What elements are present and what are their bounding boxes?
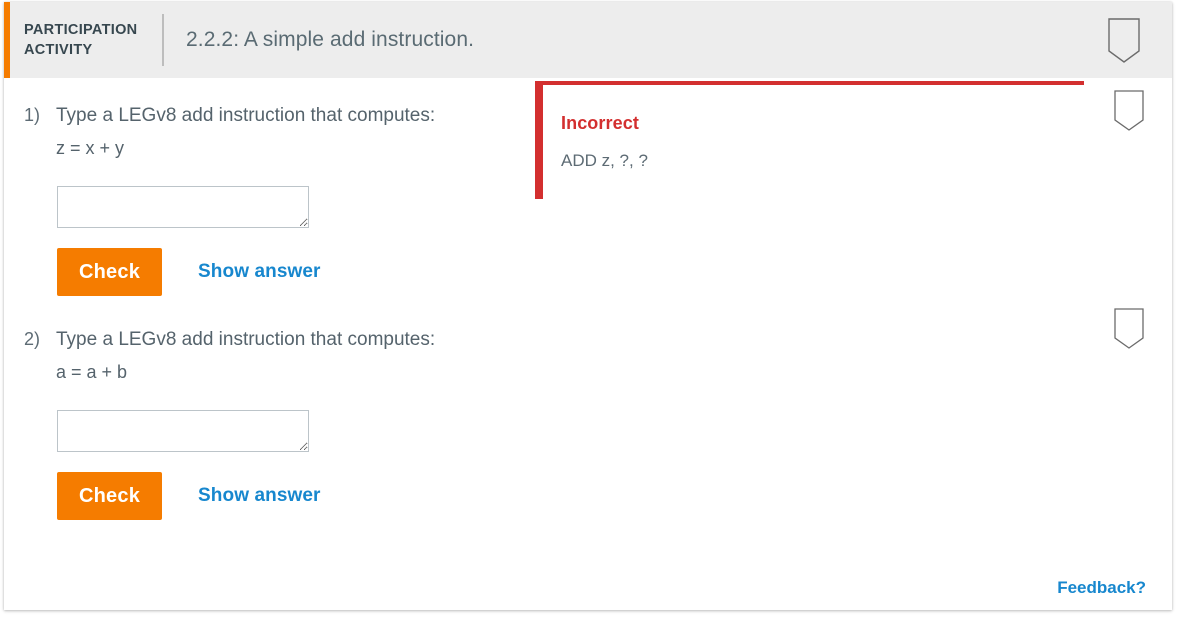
incorrect-detail-text: ADD z, ?, ?: [561, 151, 648, 170]
question-1-content: 1) Type a LEGv8 add instruction that com…: [4, 100, 524, 296]
incorrect-feedback-panel: Incorrect ADD z, ?, ?: [535, 81, 1084, 199]
activity-type-label-line2: ACTIVITY: [24, 42, 93, 58]
show-answer-link-1[interactable]: Show answer: [198, 261, 321, 283]
header-accent-bar: [4, 2, 10, 78]
question-2-text: Type a LEGv8 add instruction that comput…: [56, 324, 524, 388]
question-1-bookmark-icon[interactable]: [1114, 90, 1144, 132]
feedback-link[interactable]: Feedback?: [1057, 578, 1146, 597]
question-2-bookmark-icon[interactable]: [1114, 308, 1144, 350]
page-title: 2.2.2: A simple add instruction.: [186, 28, 475, 51]
question-block-1: 1) Type a LEGv8 add instruction that com…: [4, 78, 1172, 296]
activity-type-label: PARTICIPATION ACTIVITY: [24, 20, 152, 60]
question-1-number: 1): [24, 105, 41, 125]
header-bookmark-icon[interactable]: [1108, 18, 1140, 64]
activity-header: PARTICIPATION ACTIVITY 2.2.2: A simple a…: [4, 2, 1172, 78]
question-1-prompt: Type a LEGv8 add instruction that comput…: [56, 105, 436, 126]
answer-input-2[interactable]: [57, 410, 309, 452]
question-2-expression: a = a + b: [56, 362, 128, 382]
answer-input-1[interactable]: [57, 186, 309, 228]
question-1-text: Type a LEGv8 add instruction that comput…: [56, 100, 524, 164]
activity-body: 1) Type a LEGv8 add instruction that com…: [4, 78, 1172, 520]
check-button-1[interactable]: Check: [57, 248, 163, 296]
activity-type-label-line1: PARTICIPATION: [24, 22, 138, 38]
activity-footer: Feedback?: [4, 578, 1172, 598]
question-2-content: 2) Type a LEGv8 add instruction that com…: [4, 324, 524, 520]
question-1-expression: z = x + y: [56, 138, 125, 158]
question-1-controls: Check Show answer: [57, 248, 524, 296]
participation-activity-card: PARTICIPATION ACTIVITY 2.2.2: A simple a…: [4, 2, 1172, 610]
question-2-prompt: Type a LEGv8 add instruction that comput…: [56, 329, 436, 350]
show-answer-link-2[interactable]: Show answer: [198, 485, 321, 507]
question-2-controls: Check Show answer: [57, 472, 524, 520]
header-divider: [162, 14, 164, 66]
question-block-2: 2) Type a LEGv8 add instruction that com…: [4, 296, 1172, 520]
incorrect-feedback-content: Incorrect ADD z, ?, ?: [543, 85, 1084, 171]
check-button-2[interactable]: Check: [57, 472, 163, 520]
incorrect-status-label: Incorrect: [561, 113, 639, 133]
question-2-number: 2): [24, 329, 41, 349]
question-1-header: 1) Type a LEGv8 add instruction that com…: [24, 100, 524, 164]
question-2-header: 2) Type a LEGv8 add instruction that com…: [24, 324, 524, 388]
